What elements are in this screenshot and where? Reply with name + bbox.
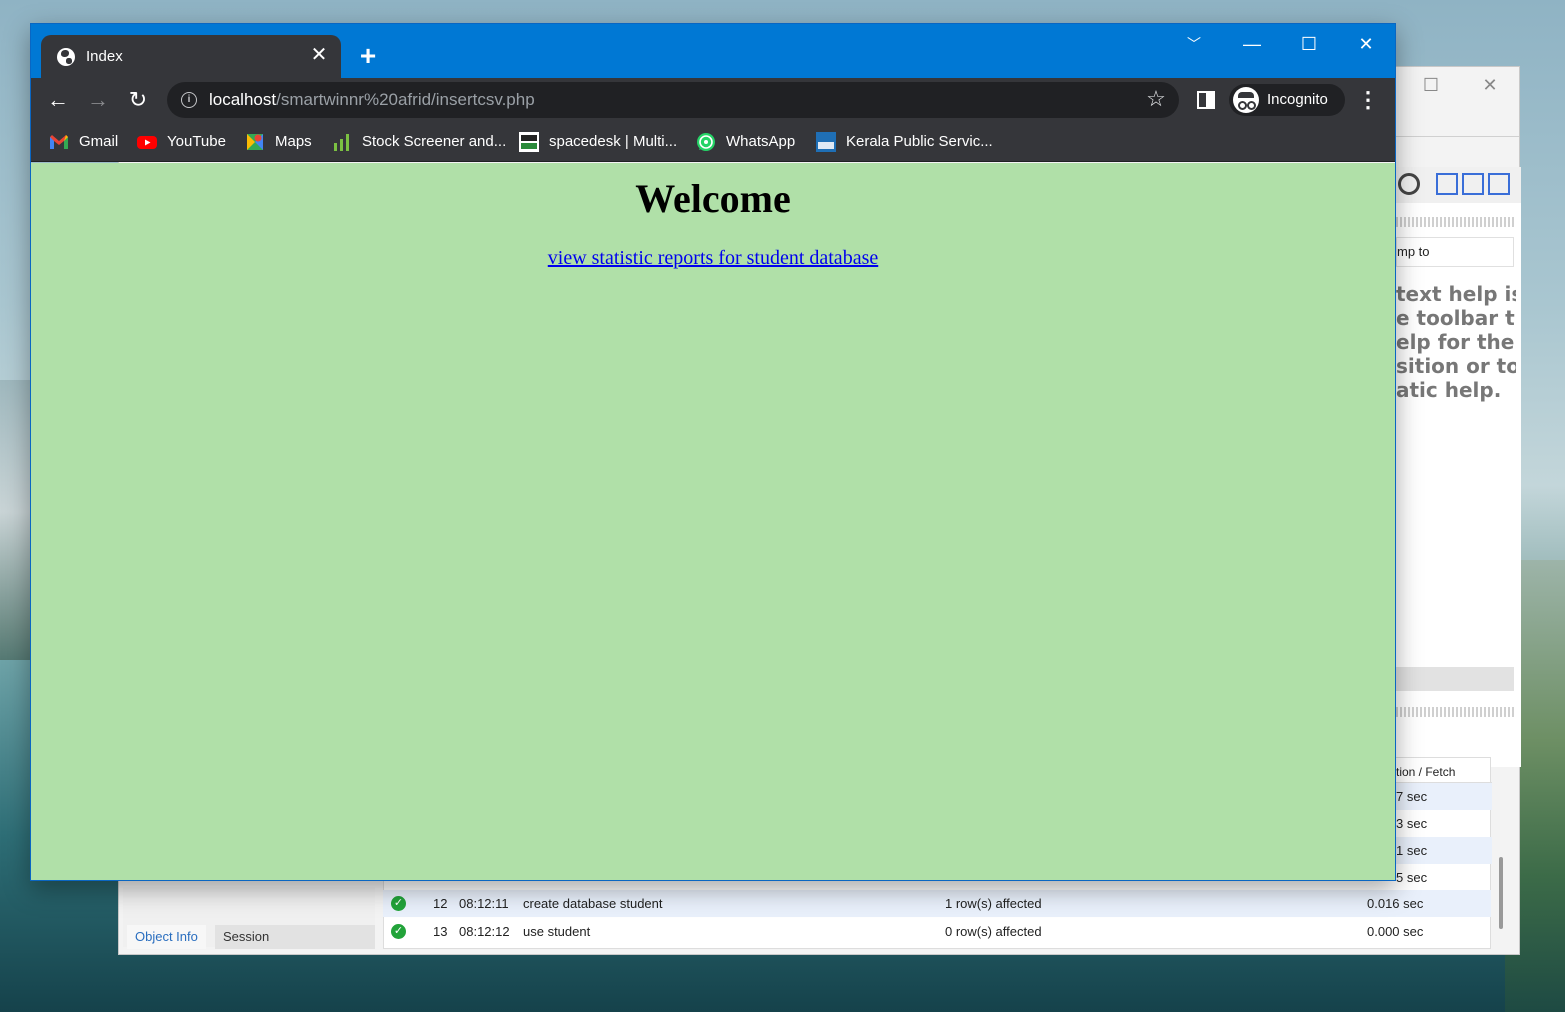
tab-index[interactable]: Index ✕ xyxy=(41,35,341,78)
close-tab-icon[interactable]: ✕ xyxy=(307,43,331,67)
site-info-icon[interactable]: i xyxy=(181,92,197,108)
incognito-profile-button[interactable]: Incognito xyxy=(1229,84,1345,116)
layout-bottom-icon[interactable] xyxy=(1462,173,1484,195)
bookmark-label: WhatsApp xyxy=(726,133,796,150)
duration-fetch-column: tion / Fetch 7 sec 3 sec 1 sec 5 sec xyxy=(1396,759,1492,891)
bookmarks-bar: Gmail YouTube Maps Stock Screener and...… xyxy=(31,122,1395,162)
stock-chart-icon xyxy=(334,134,349,151)
splitter-handle[interactable] xyxy=(1396,707,1514,717)
row-number: 13 xyxy=(433,924,448,939)
table-row[interactable]: ✓ 13 08:12:12 use student 0 row(s) affec… xyxy=(383,918,1491,945)
panel-band xyxy=(1396,667,1514,691)
gmail-icon xyxy=(50,135,68,149)
row-number: 12 xyxy=(433,896,448,911)
youtube-icon xyxy=(137,136,157,149)
browser-window: Index ✕ + ﹀ — ☐ ✕ ← → ↻ i localhost/smar… xyxy=(30,23,1396,881)
tab-session[interactable]: Session xyxy=(215,925,375,949)
row-message: 1 row(s) affected xyxy=(945,896,1042,911)
minimize-icon[interactable]: — xyxy=(1229,30,1275,58)
maps-icon xyxy=(247,134,263,150)
splitter-handle[interactable] xyxy=(1396,217,1514,227)
tab-title: Index xyxy=(86,48,123,65)
layout-right-icon[interactable] xyxy=(1488,173,1510,195)
row-time: 08:12:12 xyxy=(459,924,510,939)
maximize-icon[interactable]: ☐ xyxy=(1286,30,1332,58)
close-window-icon[interactable]: ✕ xyxy=(1343,30,1389,58)
duration-cell: 3 sec xyxy=(1396,816,1428,831)
more-menu-icon[interactable]: ⋮ xyxy=(1353,86,1383,116)
back-arrow-icon[interactable]: ← xyxy=(43,86,73,116)
address-bar[interactable]: i localhost/smartwinnr%20afrid/insertcsv… xyxy=(167,82,1179,118)
column-header[interactable]: tion / Fetch xyxy=(1396,759,1492,783)
success-check-icon: ✓ xyxy=(391,924,406,939)
success-check-icon: ✓ xyxy=(391,896,406,911)
jump-to-field[interactable]: mp to xyxy=(1396,237,1514,267)
tab-object-info[interactable]: Object Info xyxy=(127,925,206,949)
new-tab-button[interactable]: + xyxy=(353,42,383,72)
maximize-icon[interactable]: ☐ xyxy=(1416,75,1446,99)
background-toolbar xyxy=(1396,167,1521,203)
web-page-content: Welcome view statistic reports for stude… xyxy=(31,163,1395,880)
duration-cell: 5 sec xyxy=(1396,870,1428,885)
row-duration: 0.000 sec xyxy=(1367,924,1424,939)
row-time: 08:12:11 xyxy=(459,896,509,911)
reload-icon[interactable]: ↻ xyxy=(123,86,153,116)
bookmark-label: YouTube xyxy=(167,133,226,150)
kerala-psc-icon xyxy=(816,132,836,152)
bookmark-star-icon[interactable]: ☆ xyxy=(1143,86,1169,112)
row-duration: 0.016 sec xyxy=(1367,896,1424,911)
layout-left-icon[interactable] xyxy=(1436,173,1458,195)
row-action: use student xyxy=(523,924,591,939)
forward-arrow-icon[interactable]: → xyxy=(83,86,113,116)
url-path: /smartwinnr%20afrid/insertcsv.php xyxy=(276,90,535,109)
close-icon[interactable]: ✕ xyxy=(1475,75,1505,99)
bookmark-label: Kerala Public Servic... xyxy=(846,133,993,150)
context-help-text: text help is e toolbar t elp for the sit… xyxy=(1396,282,1516,402)
incognito-label: Incognito xyxy=(1267,91,1328,108)
duration-cell: 7 sec xyxy=(1396,783,1492,810)
tab-search-chevron-icon[interactable]: ﹀ xyxy=(1171,30,1217,58)
browser-titlebar[interactable]: Index ✕ + ﹀ — ☐ ✕ xyxy=(31,24,1395,78)
whatsapp-icon xyxy=(697,133,715,151)
globe-icon xyxy=(57,48,75,66)
scrollbar[interactable] xyxy=(1499,857,1503,929)
bookmark-label: spacedesk | Multi... xyxy=(549,133,678,150)
table-row[interactable]: ✓ 12 08:12:11 create database student 1 … xyxy=(383,890,1491,917)
spacedesk-icon xyxy=(519,132,539,152)
statistic-reports-link[interactable]: view statistic reports for student datab… xyxy=(31,247,1395,270)
row-message: 0 row(s) affected xyxy=(945,924,1042,939)
row-action: create database student xyxy=(523,896,663,911)
duration-cell: 1 sec xyxy=(1396,837,1492,864)
bookmark-label: Gmail xyxy=(79,133,119,150)
url-host: localhost xyxy=(209,90,277,109)
page-heading: Welcome xyxy=(635,176,791,221)
incognito-icon xyxy=(1233,87,1259,113)
bookmark-label: Stock Screener and... xyxy=(362,133,507,150)
side-panel-icon[interactable] xyxy=(1197,91,1215,109)
url-text[interactable]: localhost/smartwinnr%20afrid/insertcsv.p… xyxy=(209,90,535,110)
gear-icon[interactable] xyxy=(1398,173,1420,195)
browser-toolbar: ← → ↻ i localhost/smartwinnr%20afrid/ins… xyxy=(31,78,1395,122)
bookmark-label: Maps xyxy=(275,133,312,150)
